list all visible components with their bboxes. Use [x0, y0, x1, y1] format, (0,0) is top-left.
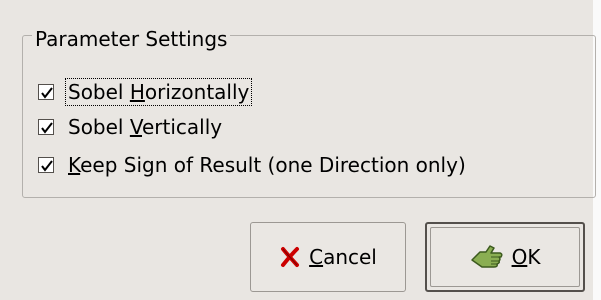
ok-button[interactable]: OK — [425, 222, 585, 292]
sobel-vertically-label[interactable]: Sobel Vertically — [66, 114, 224, 140]
parameter-dialog: Parameter Settings Sobel Horizontally So… — [0, 0, 597, 300]
sobel-vertically-checkbox[interactable] — [38, 119, 54, 135]
checkmark-icon — [41, 122, 53, 134]
sobel-horizontally-label[interactable]: Sobel Horizontally — [64, 78, 253, 106]
keep-sign-checkbox-row[interactable]: Keep Sign of Result (one Direction only) — [38, 150, 468, 180]
ok-button-focus-frame — [430, 227, 580, 287]
sobel-horizontally-checkbox-row[interactable]: Sobel Horizontally — [38, 77, 253, 107]
cancel-button[interactable]: Cancel — [250, 222, 406, 292]
cancel-label: Cancel — [309, 245, 377, 269]
sobel-horizontally-checkbox[interactable] — [38, 84, 54, 100]
checkmark-icon — [41, 87, 53, 99]
keep-sign-checkbox[interactable] — [38, 157, 54, 173]
cancel-x-icon — [279, 246, 301, 268]
frame-title: Parameter Settings — [32, 27, 231, 51]
keep-sign-label[interactable]: Keep Sign of Result (one Direction only) — [66, 152, 468, 178]
checkmark-icon — [41, 160, 53, 172]
sobel-vertically-checkbox-row[interactable]: Sobel Vertically — [38, 112, 224, 142]
